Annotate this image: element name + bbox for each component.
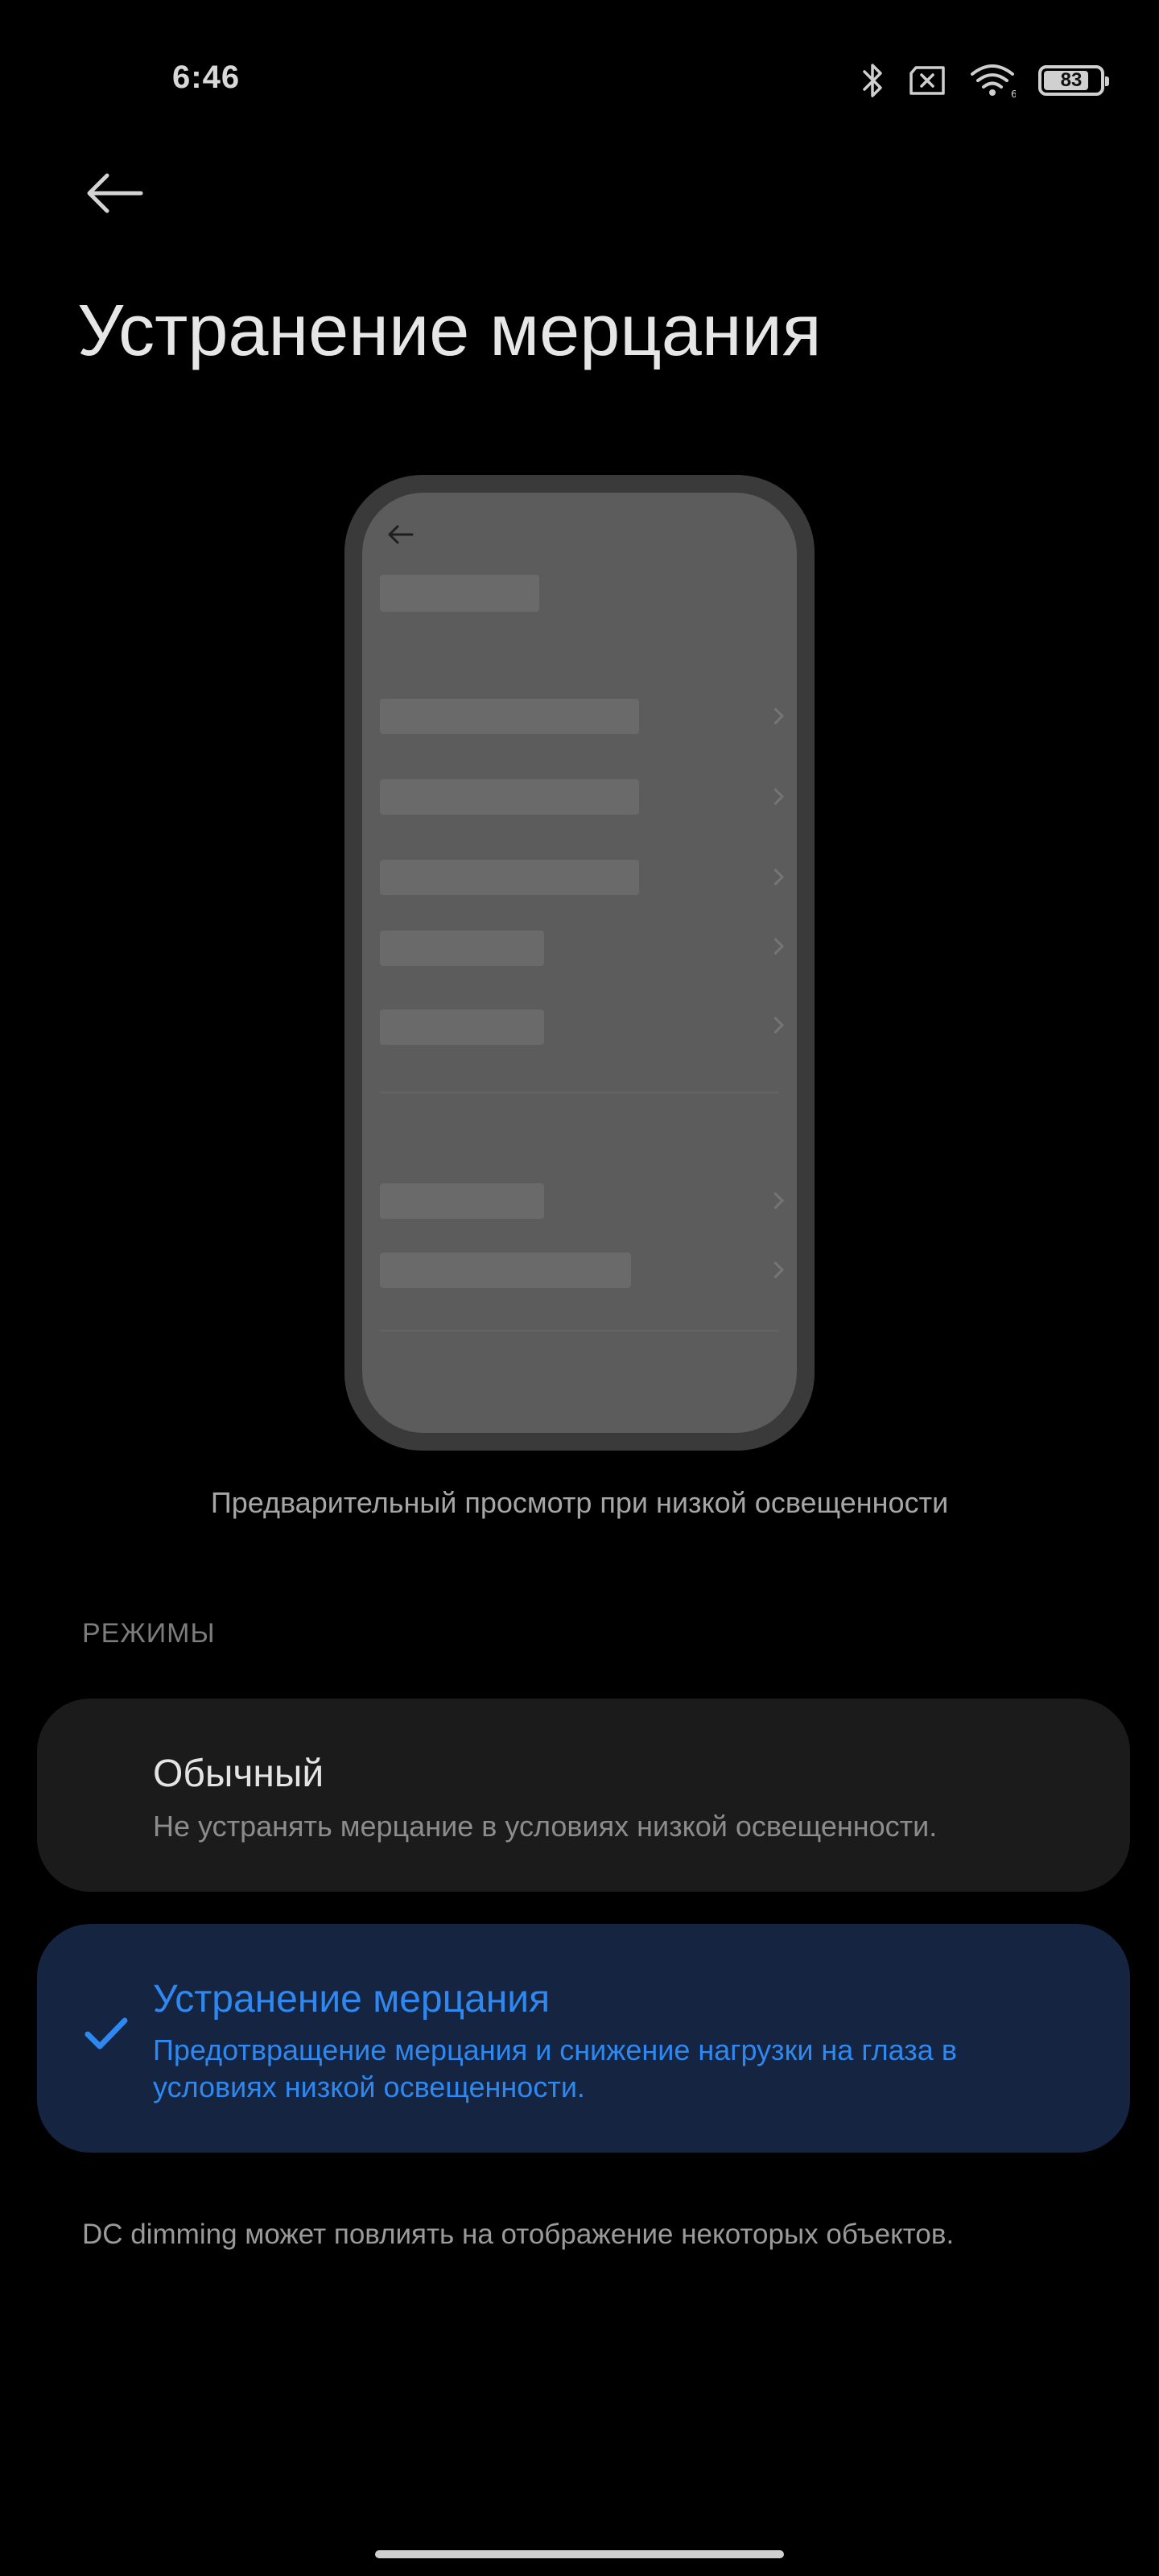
preview-chevron-icon: [766, 787, 785, 806]
dc-dimming-note: DC dimming может повлиять на отображение…: [82, 2219, 955, 2250]
preview-divider: [380, 1330, 779, 1331]
preview-chevron-icon: [766, 1261, 785, 1279]
preview-row-placeholder: [380, 1253, 631, 1288]
page-title: Устранение мерцания: [77, 291, 822, 371]
svg-text:6: 6: [1011, 89, 1016, 98]
no-sim-icon: [908, 65, 947, 96]
mode-description: Не устранять мерцание в условиях низкой …: [153, 1810, 938, 1843]
battery-level: 83: [1060, 69, 1083, 91]
preview-chevron-icon: [766, 1016, 785, 1034]
back-button[interactable]: [77, 161, 150, 225]
preview-row-placeholder: [380, 779, 639, 815]
status-bar: 6:46 6 83: [0, 0, 1159, 161]
bluetooth-icon: [861, 62, 885, 99]
preview-screen: [362, 493, 797, 1433]
preview-back-icon: [388, 525, 414, 544]
preview-chevron-icon: [766, 1191, 785, 1210]
wifi-icon: 6: [969, 63, 1016, 98]
preview-caption: Предварительный просмотр при низкой осве…: [210, 1486, 949, 1519]
preview-row-placeholder: [380, 1183, 544, 1219]
mode-option-flicker-elimination[interactable]: Устранение мерцания Предотвращение мерца…: [37, 1924, 1130, 2153]
status-icons: 6 83: [861, 60, 1109, 101]
preview-divider: [380, 1092, 779, 1093]
preview-row-placeholder: [380, 931, 544, 966]
preview-row-placeholder: [380, 1009, 544, 1045]
mode-title: Устранение мерцания: [153, 1978, 551, 2021]
battery-icon: 83: [1038, 65, 1109, 96]
mode-title: Обычный: [153, 1752, 324, 1795]
status-time: 6:46: [172, 60, 241, 95]
mode-option-normal[interactable]: Обычный Не устранять мерцание в условиях…: [37, 1699, 1130, 1892]
preview-chevron-icon: [766, 707, 785, 725]
arrow-left-icon: [87, 173, 143, 213]
preview-row-placeholder: [380, 699, 639, 734]
low-light-preview: [344, 475, 815, 1451]
home-indicator[interactable]: [375, 2550, 784, 2558]
preview-title-placeholder: [380, 575, 539, 612]
mode-description: Предотвращение мерцания и снижение нагру…: [153, 2033, 957, 2103]
preview-chevron-icon: [766, 868, 785, 886]
preview-chevron-icon: [766, 937, 785, 956]
preview-row-placeholder: [380, 860, 639, 895]
modes-section-label: РЕЖИМЫ: [82, 1618, 216, 1649]
check-icon: [85, 2017, 128, 2050]
